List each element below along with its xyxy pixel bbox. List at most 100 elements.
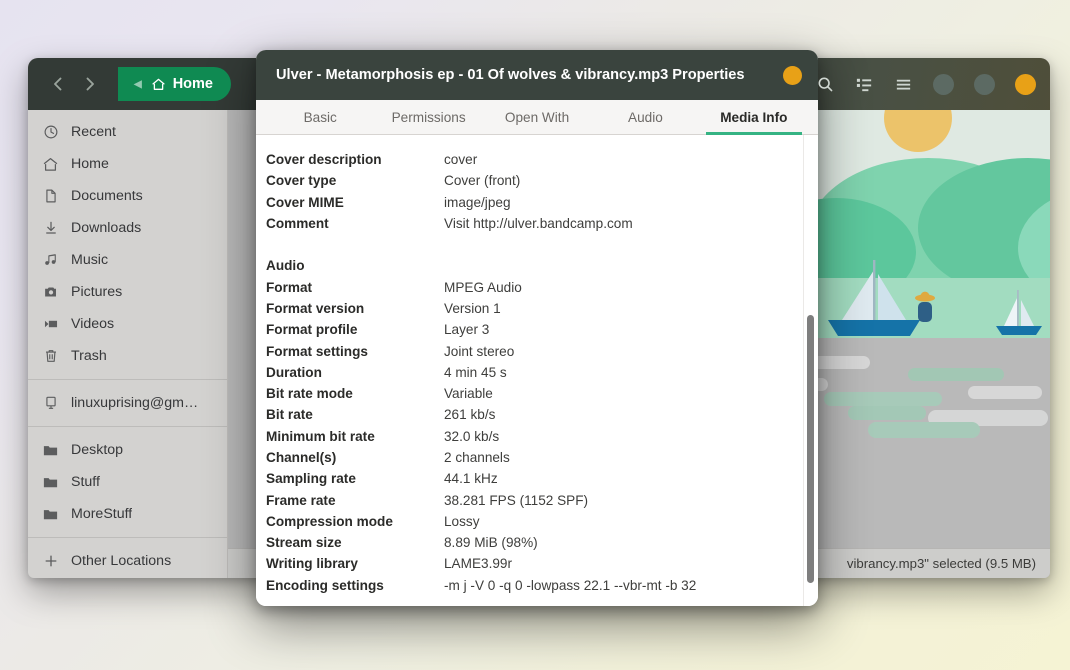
properties-tab-bar: Basic Permissions Open With Audio Media … (256, 100, 818, 135)
sidebar-item-pictures[interactable]: Pictures (28, 276, 227, 308)
sidebar-item-trash[interactable]: Trash (28, 340, 227, 372)
media-info-value: Version 1 (444, 300, 501, 316)
media-info-key: Bit rate mode (266, 386, 353, 402)
media-info-key: Duration (266, 364, 322, 380)
media-info-key: Sampling rate (266, 471, 356, 487)
plus-icon (42, 553, 59, 570)
sidebar: Recent Home Documents Downloads Music Pi… (28, 110, 228, 578)
media-info-key: Format version (266, 300, 365, 316)
properties-close-button[interactable] (783, 65, 802, 85)
document-icon (42, 188, 59, 205)
sidebar-item-label: Pictures (71, 284, 123, 300)
media-info-value: cover (444, 152, 478, 168)
sidebar-item-account[interactable]: linuxuprising@gm… (28, 387, 227, 419)
maximize-button[interactable] (974, 73, 995, 95)
media-info-row: Duration 4 min 45 s (266, 362, 818, 383)
tab-audio[interactable]: Audio (591, 100, 699, 134)
tab-label: Media Info (720, 109, 788, 125)
back-button[interactable] (42, 68, 74, 100)
forward-button[interactable] (74, 68, 106, 100)
media-info-key: Cover description (266, 152, 382, 168)
sidebar-item-other-locations[interactable]: Other Locations (28, 545, 227, 577)
media-info-key: Stream size (266, 535, 342, 551)
media-info-value: 261 kb/s (444, 407, 496, 423)
media-info-row: Minimum bit rate 32.0 kb/s (266, 426, 818, 447)
media-info-value: 2 channels (444, 450, 510, 465)
list-view-icon[interactable] (855, 75, 874, 94)
camera-icon (42, 284, 59, 301)
tab-basic[interactable]: Basic (266, 100, 374, 134)
sidebar-item-morestuff[interactable]: MoreStuff (28, 498, 227, 530)
hamburger-menu-icon[interactable] (894, 75, 913, 94)
sidebar-item-label: Music (71, 252, 109, 268)
media-info-row: Format settings Joint stereo (266, 340, 818, 361)
breadcrumb-item-home[interactable]: ◀ Home (118, 67, 231, 101)
media-info-row: Cover type Cover (front) (266, 170, 818, 191)
media-info-row: Comment Visit http://ulver.bandcamp.com (266, 213, 818, 234)
download-icon (42, 220, 59, 237)
media-info-value: Joint stereo (444, 343, 515, 359)
tab-permissions[interactable]: Permissions (374, 100, 482, 134)
sidebar-item-label: Downloads (71, 220, 142, 236)
media-info-value: 44.1 kHz (444, 471, 498, 487)
media-info-value: -m j -V 0 -q 0 -lowpass 22.1 --vbr-mt -b… (444, 577, 697, 593)
sidebar-divider (28, 379, 227, 380)
search-icon[interactable] (816, 75, 835, 94)
tab-label: Permissions (391, 109, 466, 125)
media-info-key: Comment (266, 216, 329, 232)
properties-dialog-title: Ulver - Metamorphosis ep - 01 Of wolves … (276, 67, 745, 83)
media-info-row: Format version Version 1 (266, 298, 818, 319)
media-info-row: Sampling rate 44.1 kHz (266, 468, 818, 489)
properties-dialog-header: Ulver - Metamorphosis ep - 01 Of wolves … (256, 50, 818, 100)
sidebar-item-label: Home (71, 156, 109, 172)
home-icon (42, 156, 59, 173)
close-button[interactable] (1015, 73, 1036, 95)
media-info-value: Visit http://ulver.bandcamp.com (444, 216, 633, 232)
sidebar-divider (28, 537, 227, 538)
tab-media-info[interactable]: Media Info (700, 100, 808, 135)
folder-icon (42, 506, 59, 523)
media-info-row: Cover MIME image/jpeg (266, 192, 818, 213)
sidebar-item-videos[interactable]: Videos (28, 308, 227, 340)
media-info-key: Format profile (266, 322, 358, 338)
sidebar-item-label: Other Locations (71, 553, 172, 569)
sidebar-item-home[interactable]: Home (28, 148, 227, 180)
media-info-row: Channel(s) 2 channels (266, 447, 818, 468)
sidebar-item-label: linuxuprising@gm… (71, 395, 199, 411)
sidebar-item-label: Stuff (71, 474, 100, 490)
media-info-value: Lossy (444, 513, 480, 529)
tab-open-with[interactable]: Open With (483, 100, 591, 134)
sidebar-item-downloads[interactable]: Downloads (28, 212, 227, 244)
minimize-button[interactable] (933, 73, 954, 95)
sidebar-item-label: Documents (71, 188, 143, 204)
sidebar-item-stuff[interactable]: Stuff (28, 466, 227, 498)
music-note-icon (42, 252, 59, 269)
media-info-row: Bit rate mode Variable (266, 383, 818, 404)
sidebar-item-recent[interactable]: Recent (28, 116, 227, 148)
media-info-value: Layer 3 (444, 322, 490, 338)
sidebar-item-documents[interactable]: Documents (28, 180, 227, 212)
sidebar-item-desktop[interactable]: Desktop (28, 434, 227, 466)
computer-icon (42, 395, 59, 412)
media-info-value: Variable (444, 386, 493, 402)
sidebar-item-label: Recent (71, 124, 116, 140)
file-manager-toolbar (816, 73, 1038, 95)
status-bar-text: vibrancy.mp3" selected (9.5 MB) (846, 556, 1036, 571)
media-info-value: LAME3.99r (444, 556, 513, 572)
folder-icon (42, 442, 59, 459)
media-info-value: Cover (front) (444, 173, 521, 189)
media-info-key: Compression mode (266, 513, 393, 529)
tab-label: Basic (303, 109, 337, 125)
media-info-key: Writing library (266, 556, 358, 572)
properties-content-scroll[interactable]: Cover description cover Cover type Cover (f… (256, 135, 818, 606)
scrollbar-thumb[interactable] (807, 315, 814, 583)
media-info-value: MPEG Audio (444, 279, 522, 295)
sidebar-item-music[interactable]: Music (28, 244, 227, 276)
media-info-key: Encoding settings (266, 577, 384, 593)
media-info-key: Format settings (266, 343, 368, 359)
media-info-value: image/jpeg (444, 194, 511, 210)
tab-label: Audio (628, 109, 663, 125)
media-info-row: Cover description cover (266, 149, 818, 170)
breadcrumb-collapse-icon: ◀ (134, 78, 142, 90)
